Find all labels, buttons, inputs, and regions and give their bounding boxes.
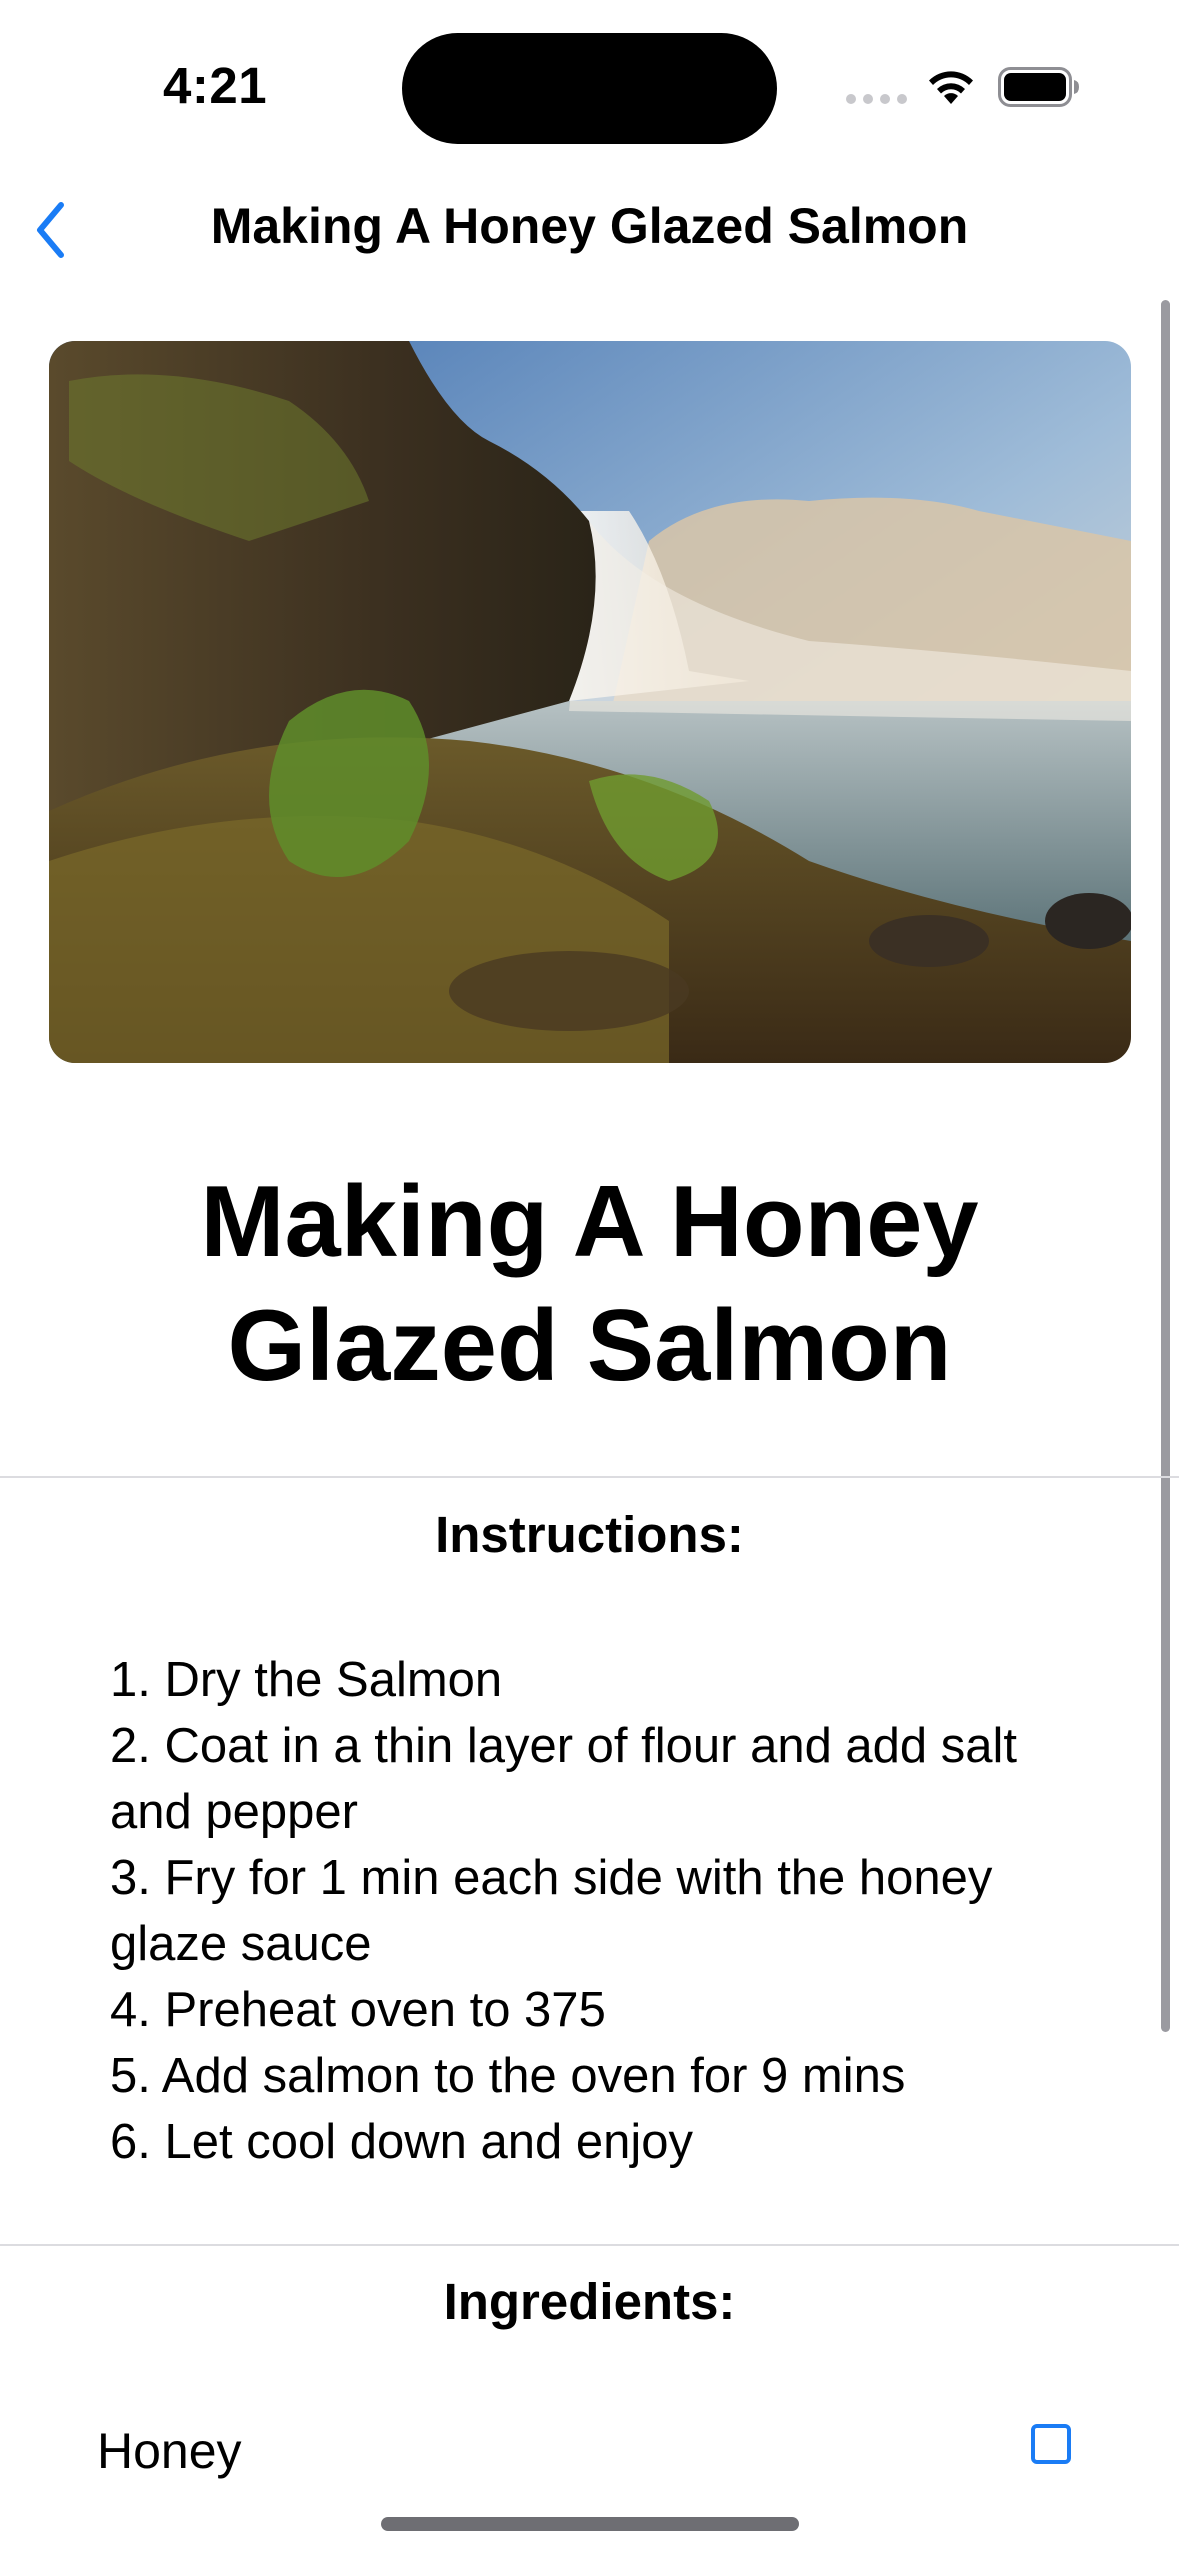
divider-ingredients	[0, 2244, 1179, 2246]
dynamic-island	[402, 33, 777, 144]
recipe-title: Making A Honey Glazed Salmon	[130, 1160, 1049, 1408]
recipe-hero-image	[49, 341, 1131, 1063]
instruction-step: 6. Let cool down and enjoy	[110, 2115, 693, 2169]
ingredient-checkbox[interactable]	[1031, 2424, 1071, 2464]
home-indicator[interactable]	[381, 2517, 799, 2531]
scroll-indicator[interactable]	[1161, 300, 1170, 2032]
instructions-list: 1. Dry the Salmon 2. Coat in a thin laye…	[110, 1647, 1070, 2175]
ingredient-row[interactable]: Honey	[0, 2400, 1179, 2500]
status-time: 4:21	[163, 57, 268, 114]
recipe-title-line-2: Glazed Salmon	[227, 1290, 952, 1402]
ingredients-heading: Ingredients:	[443, 2273, 736, 2330]
instruction-step: 4. Preheat oven to 375	[110, 1983, 606, 2037]
instruction-step: 2. Coat in a thin layer of flour and add…	[110, 1719, 1018, 1839]
divider-instructions	[0, 1476, 1179, 1478]
battery-icon	[998, 67, 1079, 107]
instructions-heading: Instructions:	[435, 1506, 744, 1563]
cellular-signal-icon	[846, 94, 907, 104]
ingredient-label: Honey	[97, 2423, 242, 2479]
back-button[interactable]	[20, 190, 80, 270]
instruction-step: 1. Dry the Salmon	[110, 1653, 503, 1707]
nav-title: Making A Honey Glazed Salmon	[210, 198, 969, 254]
wifi-icon	[929, 71, 973, 104]
chevron-left-icon	[37, 202, 64, 258]
instruction-step: 3. Fry for 1 min each side with the hone…	[110, 1851, 993, 1971]
recipe-title-line-1: Making A Honey	[200, 1166, 979, 1278]
instruction-step: 5. Add salmon to the oven for 9 mins	[110, 2049, 906, 2103]
